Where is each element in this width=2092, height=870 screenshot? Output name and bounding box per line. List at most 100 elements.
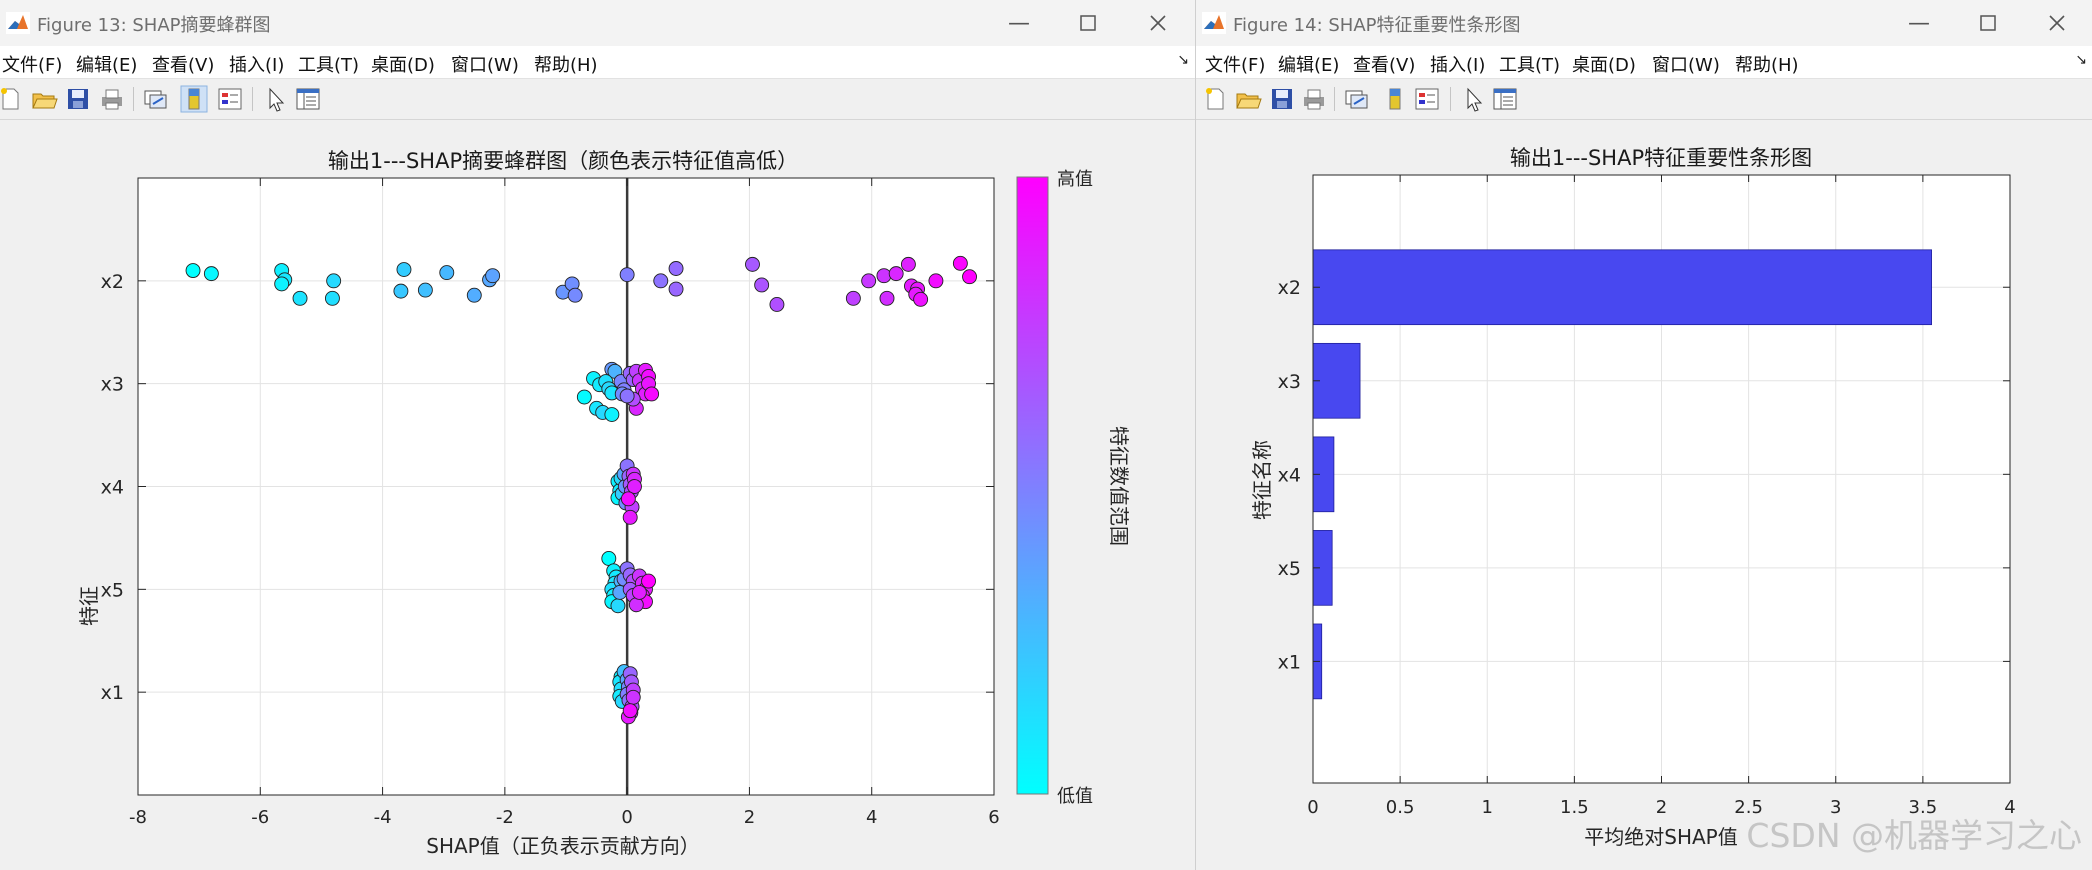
- close-button[interactable]: [1124, 0, 1192, 46]
- minimize-icon: —: [1008, 10, 1030, 36]
- x-tick-label: 2: [1656, 797, 1667, 818]
- bar-x2: [1312, 249, 1932, 326]
- x-tick-label: 3.5: [1909, 797, 1938, 818]
- legend-icon[interactable]: [216, 85, 244, 113]
- edit-plot-arrow-icon[interactable]: [262, 85, 290, 113]
- maximize-button[interactable]: [1954, 0, 2022, 46]
- open-file-icon[interactable]: [30, 85, 58, 113]
- menu-edit[interactable]: 编辑(E): [1278, 51, 1339, 77]
- x-tick-label: 6: [988, 807, 999, 828]
- link-plot-icon[interactable]: [1342, 85, 1370, 113]
- x-tick-label: -4: [374, 807, 392, 828]
- maximize-button[interactable]: [1054, 0, 1122, 46]
- x-tick-label: -8: [129, 807, 147, 828]
- colorbar-icon[interactable]: [1381, 85, 1409, 113]
- figure-canvas: 0 0.5 1 1.5 2 2.5 3 3.5 4 x2 x3 x4 x5 x1 输出1---SHAP特…: [1196, 120, 2092, 870]
- data-point-x2: [962, 269, 977, 285]
- colorbar-icon[interactable]: [180, 85, 208, 113]
- minimize-button[interactable]: —: [1885, 0, 1953, 46]
- beeswarm-chart: -8 -6 -4 -2 0 2 4 6 x2 x3 x4 x5 x1 输出1---SHAP摘要蜂群图（…: [77, 149, 1131, 858]
- toolbar-separator: [252, 87, 253, 111]
- new-figure-icon[interactable]: [0, 85, 24, 113]
- colorbar-low-label: 低值: [1057, 786, 1093, 807]
- data-point-x2: [417, 282, 433, 298]
- x-tick-label: -2: [496, 807, 514, 828]
- menu-tools[interactable]: 工具(T): [298, 51, 359, 77]
- y-tick-labels: x2 x3 x4 x5 x1: [1278, 277, 1301, 673]
- open-file-icon[interactable]: [1234, 85, 1262, 113]
- property-inspector-icon[interactable]: [1491, 85, 1519, 113]
- x-axis-label: SHAP值（正负表示贡献方向）: [426, 834, 699, 858]
- data-point-x2: [393, 283, 409, 299]
- title-bar[interactable]: Figure 14: SHAP特征重要性条形图 —: [1196, 0, 2092, 46]
- data-point-x1: [625, 689, 641, 705]
- y-tick-label: x1: [101, 682, 124, 704]
- colorbar-label: 特征数值范围: [1107, 426, 1131, 546]
- x-tick-label: 1: [1482, 797, 1493, 818]
- menu-window[interactable]: 窗口(W): [1652, 51, 1720, 77]
- data-point-x2: [396, 262, 412, 277]
- menu-insert[interactable]: 插入(I): [229, 51, 284, 77]
- data-point-x2: [326, 273, 342, 289]
- dock-arrow-icon[interactable]: ↘: [2075, 52, 2087, 68]
- data-point-x2: [324, 290, 340, 306]
- menu-desktop[interactable]: 桌面(D): [1572, 51, 1636, 77]
- y-tick-label: x4: [1278, 464, 1301, 486]
- print-icon[interactable]: [98, 85, 126, 113]
- menu-window[interactable]: 窗口(W): [451, 51, 519, 77]
- data-point-x1: [622, 703, 638, 719]
- close-button[interactable]: [2023, 0, 2091, 46]
- save-icon[interactable]: [1268, 85, 1296, 113]
- menu-help[interactable]: 帮助(H): [534, 51, 598, 77]
- print-icon[interactable]: [1300, 85, 1328, 113]
- data-point-x2: [900, 256, 916, 272]
- maximize-icon: [1980, 15, 1996, 31]
- menu-help[interactable]: 帮助(H): [1735, 51, 1799, 77]
- data-point-x2: [485, 268, 501, 284]
- link-plot-icon[interactable]: [141, 85, 169, 113]
- dock-arrow-icon[interactable]: ↘: [1177, 52, 1189, 68]
- y-tick-label: x4: [101, 477, 124, 499]
- property-inspector-icon[interactable]: [294, 85, 322, 113]
- data-point-x2: [292, 290, 308, 306]
- x-tick-label: -6: [251, 807, 269, 828]
- toolbar-separator: [1450, 87, 1451, 111]
- x-tick-label: 0.5: [1386, 797, 1415, 818]
- menu-insert[interactable]: 插入(I): [1430, 51, 1485, 77]
- data-point-x2: [888, 266, 904, 282]
- title-bar[interactable]: Figure 13: SHAP摘要蜂群图 —: [0, 0, 1195, 46]
- maximize-icon: [1080, 15, 1096, 31]
- figure-window-right: Figure 14: SHAP特征重要性条形图 — 文件(F) 编辑(E) 查看…: [1195, 0, 2092, 870]
- x-tick-label: 3: [1830, 797, 1841, 818]
- menu-view[interactable]: 查看(V): [1353, 51, 1415, 77]
- y-tick-label: x3: [1278, 371, 1301, 393]
- bar-x3: [1312, 342, 1361, 419]
- x-tick-label: 0: [621, 807, 632, 828]
- menu-desktop[interactable]: 桌面(D): [371, 51, 435, 77]
- data-point-x2: [466, 287, 482, 303]
- save-icon[interactable]: [64, 85, 92, 113]
- menu-view[interactable]: 查看(V): [152, 51, 214, 77]
- data-point-x2: [185, 263, 201, 279]
- data-point-x2: [668, 281, 684, 297]
- menu-edit[interactable]: 编辑(E): [76, 51, 137, 77]
- data-point-x2: [879, 290, 895, 306]
- menu-file[interactable]: 文件(F): [2, 51, 62, 77]
- new-figure-icon[interactable]: [1201, 85, 1229, 113]
- data-point-x2: [567, 287, 583, 303]
- figure-canvas: -8 -6 -4 -2 0 2 4 6 x2 x3 x4 x5 x1 输出1---SHAP摘要蜂群图（…: [0, 120, 1195, 870]
- minimize-button[interactable]: —: [985, 0, 1053, 46]
- importance-bar-chart: 0 0.5 1 1.5 2 2.5 3 3.5 4 x2 x3 x4 x5 x1 输出1---SHAP特…: [1250, 146, 2082, 855]
- x-tick-label: 2.5: [1734, 797, 1763, 818]
- data-point-x2: [754, 277, 770, 293]
- matlab-logo-icon: [1202, 12, 1226, 34]
- window-title: Figure 14: SHAP特征重要性条形图: [1233, 15, 1521, 36]
- menu-tools[interactable]: 工具(T): [1499, 51, 1560, 77]
- legend-icon[interactable]: [1413, 85, 1441, 113]
- matlab-logo-icon: [6, 12, 30, 34]
- y-tick-label: x5: [101, 579, 124, 601]
- menu-bar: 文件(F) 编辑(E) 查看(V) 插入(I) 工具(T) 桌面(D) 窗口(W…: [1196, 46, 2092, 79]
- menu-file[interactable]: 文件(F): [1205, 51, 1265, 77]
- edit-plot-arrow-icon[interactable]: [1460, 85, 1488, 113]
- data-point-x3: [619, 388, 635, 404]
